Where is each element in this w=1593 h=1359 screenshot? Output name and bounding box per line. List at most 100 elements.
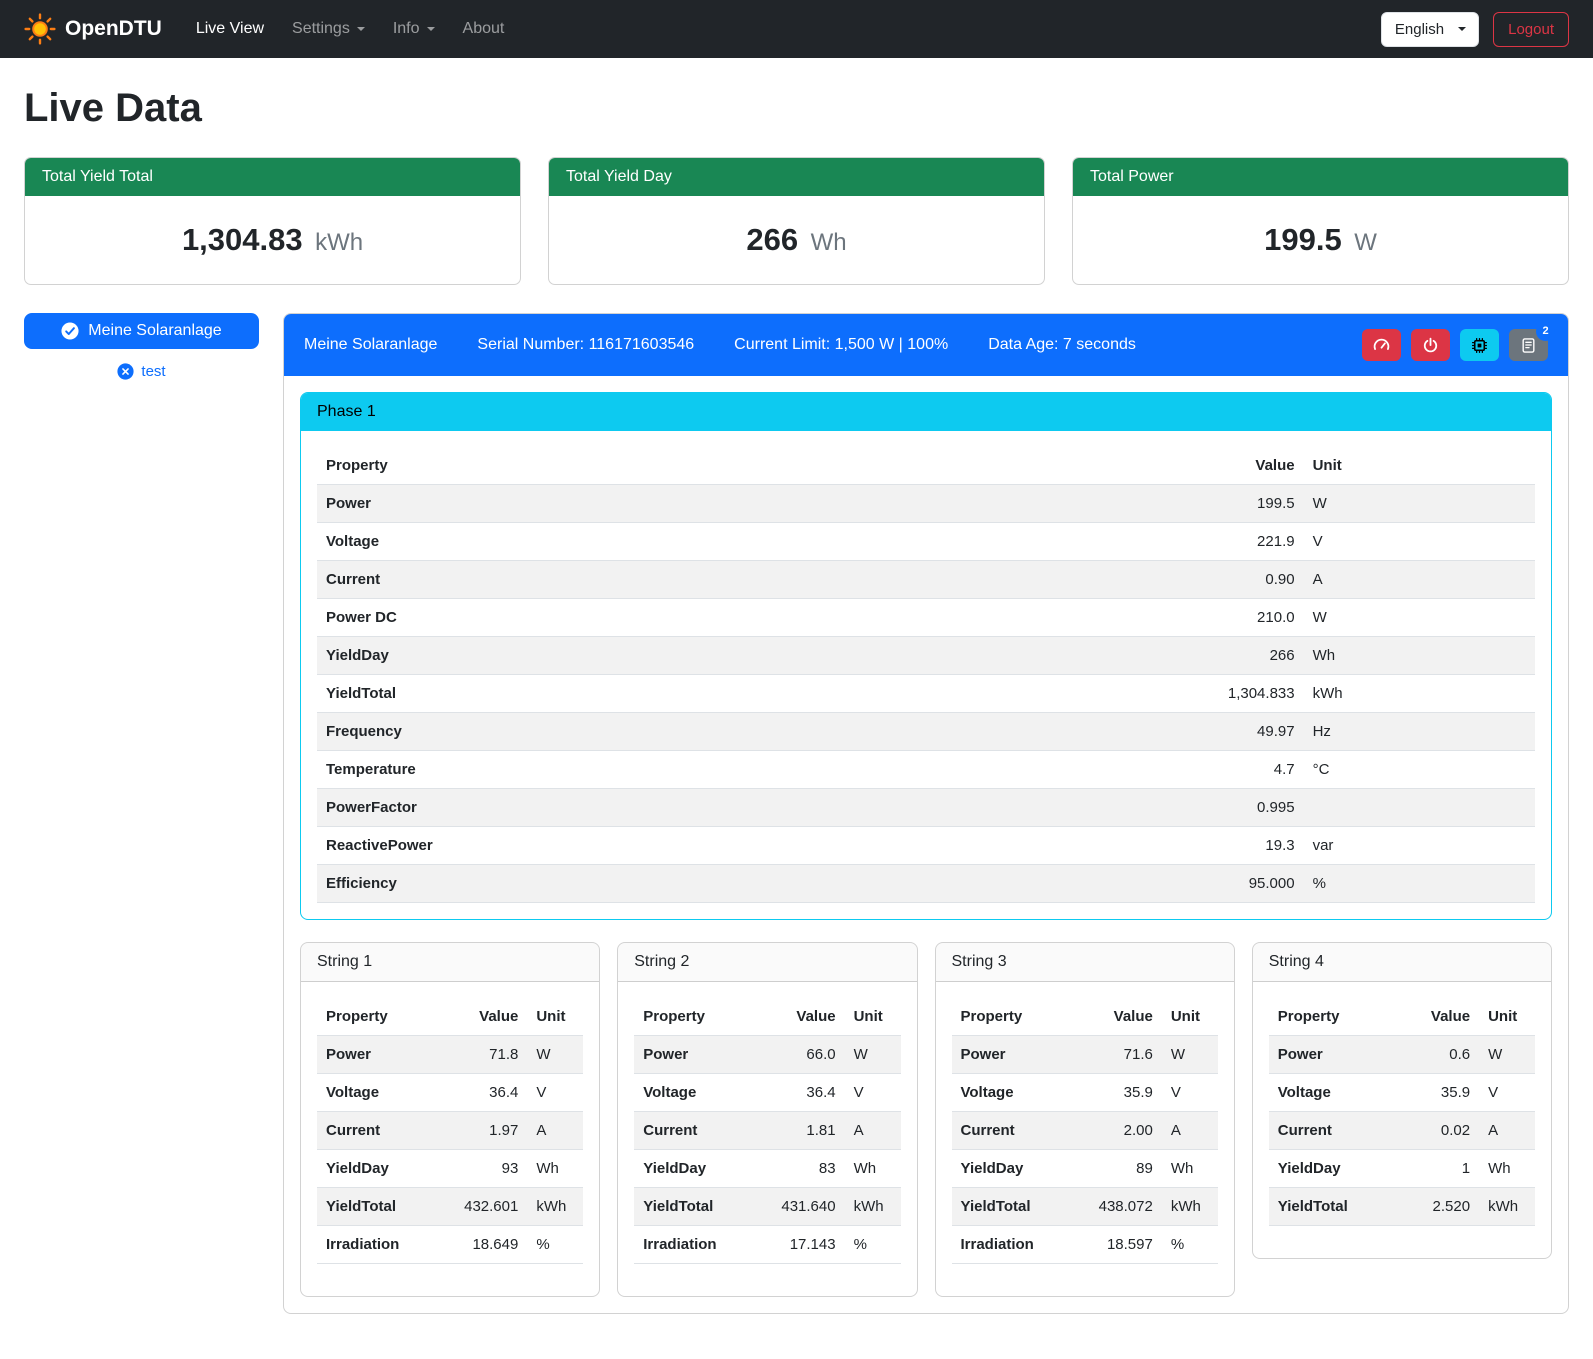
nav-info[interactable]: Info	[383, 12, 445, 46]
row-value: 4.7	[904, 751, 1303, 789]
brand[interactable]: OpenDTU	[24, 13, 162, 45]
table-header-row: Property Value Unit	[634, 998, 900, 1036]
nav-live-view[interactable]: Live View	[186, 12, 274, 46]
table-header-row: Property Value Unit	[317, 447, 1535, 485]
table-row: YieldTotal438.072kWh	[952, 1188, 1218, 1226]
table-row: YieldDay83Wh	[634, 1150, 900, 1188]
row-unit: var	[1304, 827, 1535, 865]
table-row: Voltage36.4V	[317, 1074, 583, 1112]
row-property: Power	[1269, 1036, 1396, 1074]
table-row: Current0.02A	[1269, 1112, 1535, 1150]
table-row: Temperature4.7°C	[317, 751, 1535, 789]
table-row: Power71.6W	[952, 1036, 1218, 1074]
power-button[interactable]	[1411, 329, 1450, 361]
col-property: Property	[317, 447, 904, 485]
navbar: OpenDTU Live View Settings Info About En…	[0, 0, 1593, 58]
table-row: YieldTotal1,304.833kWh	[317, 675, 1535, 713]
row-unit: kWh	[527, 1188, 583, 1226]
col-unit: Unit	[527, 998, 583, 1036]
event-log-button[interactable]: 2	[1509, 329, 1548, 361]
row-value: 2.520	[1396, 1188, 1479, 1226]
caret-down-icon	[427, 27, 435, 31]
nav-settings[interactable]: Settings	[282, 12, 375, 46]
row-value: 18.649	[434, 1226, 527, 1264]
row-value: 210.0	[904, 599, 1303, 637]
caret-down-icon	[1458, 27, 1466, 31]
card-total-power: Total Power 199.5 W	[1072, 157, 1569, 285]
row-property: Current	[317, 1112, 434, 1150]
row-unit: W	[1479, 1036, 1535, 1074]
card-unit: kWh	[315, 229, 363, 256]
string-table: Property Value Unit Power71.8WVoltage36.…	[317, 998, 583, 1264]
row-property: ReactivePower	[317, 827, 904, 865]
row-property: Frequency	[317, 713, 904, 751]
col-unit: Unit	[1479, 998, 1535, 1036]
row-property: Irradiation	[317, 1226, 434, 1264]
device-info-button[interactable]	[1460, 329, 1499, 361]
row-property: Current	[1269, 1112, 1396, 1150]
table-row: Irradiation18.649%	[317, 1226, 583, 1264]
inverter-item-test[interactable]: test	[24, 363, 259, 380]
row-unit: Wh	[1304, 637, 1535, 675]
row-property: YieldTotal	[317, 1188, 434, 1226]
row-property: Power DC	[317, 599, 904, 637]
table-row: YieldDay93Wh	[317, 1150, 583, 1188]
row-unit: Hz	[1304, 713, 1535, 751]
row-value: 83	[752, 1150, 845, 1188]
row-value: 1.97	[434, 1112, 527, 1150]
nav-about[interactable]: About	[453, 12, 515, 46]
table-row: PowerFactor0.995	[317, 789, 1535, 827]
row-value: 2.00	[1069, 1112, 1162, 1150]
string-card-1: String 1 Property Value Unit	[300, 942, 600, 1297]
row-property: YieldTotal	[634, 1188, 751, 1226]
caret-down-icon	[357, 27, 365, 31]
inverter-item-test-label: test	[141, 363, 165, 380]
row-property: Current	[634, 1112, 751, 1150]
row-value: 0.90	[904, 561, 1303, 599]
inverter-select-button[interactable]: Meine Solaranlage	[24, 313, 259, 349]
col-property: Property	[634, 998, 751, 1036]
table-row: Power66.0W	[634, 1036, 900, 1074]
logout-button[interactable]: Logout	[1493, 12, 1569, 47]
row-value: 95.000	[904, 865, 1303, 903]
page-title: Live Data	[24, 86, 1569, 131]
col-unit: Unit	[1162, 998, 1218, 1036]
language-select[interactable]: English	[1381, 12, 1479, 47]
row-value: 1	[1396, 1150, 1479, 1188]
col-property: Property	[1269, 998, 1396, 1036]
row-property: PowerFactor	[317, 789, 904, 827]
col-unit: Unit	[1304, 447, 1535, 485]
string-table: Property Value Unit Power71.6WVoltage35.…	[952, 998, 1218, 1264]
row-property: Voltage	[952, 1074, 1069, 1112]
row-unit: %	[527, 1226, 583, 1264]
table-header-row: Property Value Unit	[1269, 998, 1535, 1036]
card-title: Total Yield Day	[549, 158, 1044, 196]
table-header-row: Property Value Unit	[317, 998, 583, 1036]
power-icon	[1422, 337, 1439, 354]
row-value: 19.3	[904, 827, 1303, 865]
nav-settings-label: Settings	[292, 20, 350, 38]
row-unit: W	[1162, 1036, 1218, 1074]
table-row: ReactivePower19.3var	[317, 827, 1535, 865]
journal-icon	[1520, 337, 1537, 354]
row-unit: W	[845, 1036, 901, 1074]
inverter-select-label: Meine Solaranlage	[88, 322, 221, 340]
table-row: Power0.6W	[1269, 1036, 1535, 1074]
row-property: YieldDay	[317, 1150, 434, 1188]
row-unit: %	[1304, 865, 1535, 903]
string-body: Property Value Unit Power0.6WVoltage35.9…	[1253, 982, 1551, 1258]
row-property: YieldTotal	[1269, 1188, 1396, 1226]
phase-table: Property Value Unit Power199.5WVoltage22…	[317, 447, 1535, 903]
row-unit: Wh	[1479, 1150, 1535, 1188]
table-header-row: Property Value Unit	[952, 998, 1218, 1036]
row-property: Irradiation	[952, 1226, 1069, 1264]
limit-settings-button[interactable]	[1362, 329, 1401, 361]
row-value: 36.4	[752, 1074, 845, 1112]
row-value: 93	[434, 1150, 527, 1188]
row-value: 71.8	[434, 1036, 527, 1074]
row-unit: A	[1479, 1112, 1535, 1150]
content-row: Meine Solaranlage test Meine Solaranlage…	[24, 313, 1569, 1314]
row-unit	[1304, 789, 1535, 827]
row-value: 18.597	[1069, 1226, 1162, 1264]
row-property: YieldTotal	[952, 1188, 1069, 1226]
